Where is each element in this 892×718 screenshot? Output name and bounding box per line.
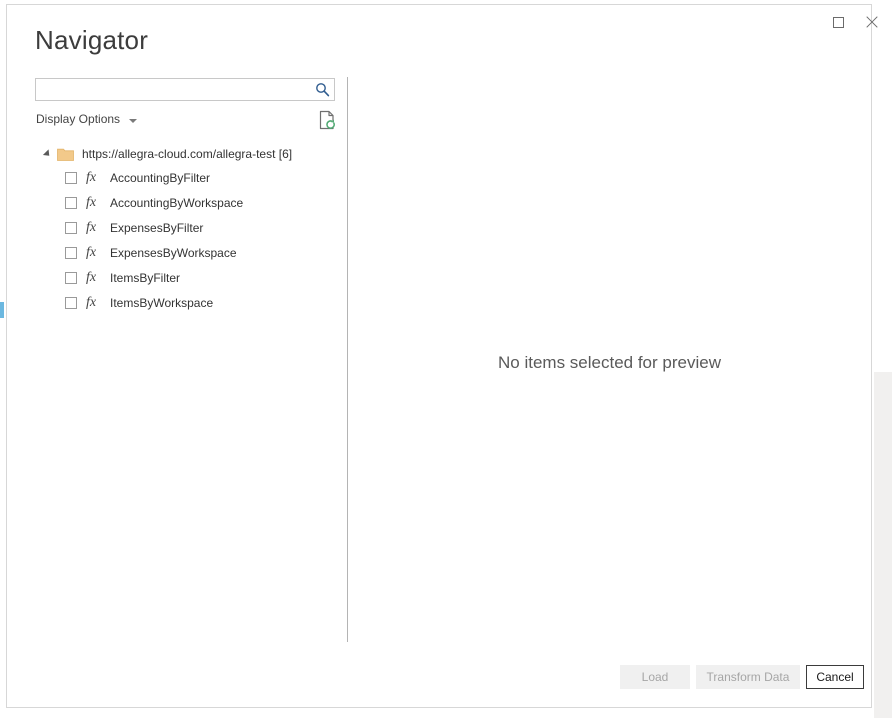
- fx-function-icon: fx: [86, 296, 101, 310]
- tree-root-label: https://allegra-cloud.com/allegra-test […: [82, 147, 292, 161]
- close-icon: [866, 16, 878, 28]
- fx-function-icon: fx: [86, 221, 101, 235]
- load-button[interactable]: Load: [620, 665, 690, 689]
- maximize-icon: [833, 17, 844, 28]
- preview-pane: No items selected for preview: [348, 77, 871, 642]
- tree-item-expensesbyfilter[interactable]: fx ExpensesByFilter: [35, 215, 335, 240]
- expander-triangle-icon[interactable]: [43, 149, 52, 158]
- tree-root-node[interactable]: https://allegra-cloud.com/allegra-test […: [35, 142, 335, 165]
- transform-data-button[interactable]: Transform Data: [696, 665, 800, 689]
- tree-item-itemsbyworkspace[interactable]: fx ItemsByWorkspace: [35, 290, 335, 315]
- tree-item-label: AccountingByWorkspace: [110, 196, 243, 210]
- tree-item-expensesbyworkspace[interactable]: fx ExpensesByWorkspace: [35, 240, 335, 265]
- window-left-accent: [0, 302, 4, 318]
- navigator-tree: https://allegra-cloud.com/allegra-test […: [35, 142, 335, 315]
- tree-item-label: AccountingByFilter: [110, 171, 210, 185]
- folder-icon: [57, 147, 74, 161]
- dialog-footer: Load Transform Data Cancel: [7, 665, 871, 691]
- desktop-right-strip: [874, 372, 892, 718]
- tree-item-itemsbyfilter[interactable]: fx ItemsByFilter: [35, 265, 335, 290]
- checkbox[interactable]: [65, 272, 77, 284]
- search-input[interactable]: [36, 79, 314, 100]
- fx-function-icon: fx: [86, 171, 101, 185]
- checkbox[interactable]: [65, 197, 77, 209]
- navigator-left-pane: Display Options https://allegra-cloud.co…: [35, 78, 341, 315]
- fx-function-icon: fx: [86, 196, 101, 210]
- fx-function-icon: fx: [86, 271, 101, 285]
- tree-item-label: ItemsByWorkspace: [110, 296, 213, 310]
- cancel-button[interactable]: Cancel: [806, 665, 864, 689]
- tree-item-accountingbyfilter[interactable]: fx AccountingByFilter: [35, 165, 335, 190]
- preview-empty-message: No items selected for preview: [348, 353, 871, 373]
- tree-item-label: ExpensesByWorkspace: [110, 246, 237, 260]
- display-options-row: Display Options: [35, 110, 335, 132]
- checkbox[interactable]: [65, 247, 77, 259]
- checkbox[interactable]: [65, 222, 77, 234]
- checkbox[interactable]: [65, 297, 77, 309]
- maximize-button[interactable]: [821, 11, 855, 33]
- display-options-button[interactable]: Display Options: [36, 112, 120, 126]
- tree-item-label: ExpensesByFilter: [110, 221, 203, 235]
- fx-function-icon: fx: [86, 246, 101, 260]
- tree-item-accountingbyworkspace[interactable]: fx AccountingByWorkspace: [35, 190, 335, 215]
- page-title: Navigator: [35, 27, 148, 53]
- search-icon: [315, 82, 330, 97]
- close-button[interactable]: [855, 11, 889, 33]
- refresh-preview-icon[interactable]: [318, 110, 336, 130]
- chevron-down-icon[interactable]: [129, 119, 137, 123]
- tree-item-label: ItemsByFilter: [110, 271, 180, 285]
- search-box[interactable]: [35, 78, 335, 101]
- navigator-dialog: Navigator Display Options: [6, 4, 872, 708]
- checkbox[interactable]: [65, 172, 77, 184]
